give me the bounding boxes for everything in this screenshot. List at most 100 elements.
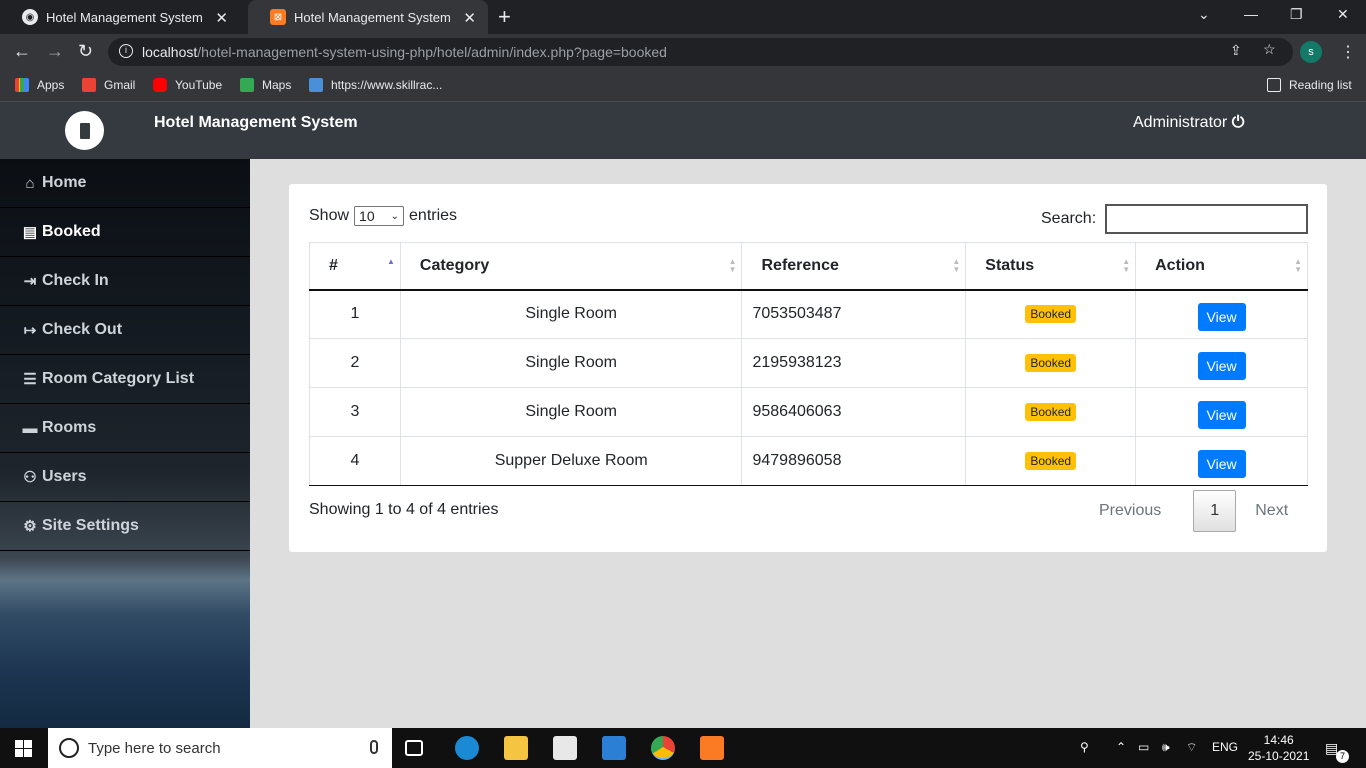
row-status: Booked [965,289,1137,339]
taskbar-search-box[interactable]: Type here to search [48,728,392,768]
language-indicator[interactable]: ENG [1212,740,1238,754]
table-row: 3 Single Room 9586406063 Booked View [309,387,1308,437]
view-button[interactable]: View [1197,449,1246,478]
sidebar-item-home[interactable]: ⌂ Home [0,159,250,208]
row-number: 1 [309,289,401,339]
bookmark-apps[interactable]: Apps [15,78,64,92]
sidebar-item-check-in[interactable]: ⇥ Check In [0,257,250,306]
entries-select[interactable]: 10 ⌄ [354,206,405,226]
system-clock[interactable]: 14:46 25-10-2021 [1248,732,1309,764]
task-view-icon[interactable] [405,740,423,756]
cortana-icon [59,738,79,758]
browser-tab-1[interactable]: ◉ Hotel Management System ✕ [0,0,240,34]
microphone-icon[interactable] [370,740,378,754]
file-explorer-icon[interactable] [504,736,528,760]
reading-list-button[interactable]: Reading list [1267,78,1352,92]
back-icon[interactable]: ← [13,41,31,62]
minimize-icon[interactable]: — [1244,6,1258,22]
row-reference: 9479896058 [741,436,967,486]
row-status: Booked [965,387,1137,437]
header-label: Status [985,256,1035,274]
column-header-category[interactable]: Category ▲ ▼ [399,242,743,291]
sort-icon: ▲ ▼ [952,257,961,274]
entries-label: entries [409,207,458,224]
battery-icon[interactable]: ▭ [1138,740,1149,754]
windows-taskbar: Type here to search ⚲ ⌃ ▭ 🕪 ⌔ ENG 14:46 … [0,728,1366,768]
bookmark-youtube[interactable]: YouTube [153,78,222,92]
xampp-icon[interactable] [700,736,724,760]
chrome-icon[interactable] [651,736,675,760]
forward-icon[interactable]: → [46,41,64,62]
xampp-favicon-icon: ⊠ [270,9,286,25]
sidebar-item-users[interactable]: ⚇ Users [0,453,250,502]
status-badge: Booked [1025,452,1077,470]
browser-tab-2[interactable]: ⊠ Hotel Management System ✕ [248,0,488,34]
admin-user-menu[interactable]: Administrator ⏻ [1133,114,1244,132]
bookmark-star-icon[interactable]: ☆ [1263,41,1276,58]
microsoft-store-icon[interactable] [553,736,577,760]
row-reference: 2195938123 [741,338,967,388]
column-header-status[interactable]: Status ▲ ▼ [965,242,1137,291]
column-header-num[interactable]: # ▲ [309,242,401,291]
skillrack-icon [309,78,323,92]
apps-grid-icon [15,78,29,92]
close-tab-icon[interactable]: ✕ [463,9,476,27]
table-row: 2 Single Room 2195938123 Booked View [309,338,1308,388]
tab-title: Hotel Management System [294,9,451,25]
profile-avatar[interactable]: s [1300,41,1322,63]
windows-start-icon[interactable] [15,740,32,757]
mail-icon[interactable] [602,736,626,760]
column-header-action[interactable]: Action ▲ ▼ [1135,242,1308,291]
home-icon: ⌂ [25,174,35,192]
sidebar-item-check-out[interactable]: ↦ Check Out [0,306,250,355]
sidebar-item-rooms[interactable]: ▬ Rooms [0,404,250,453]
view-button[interactable]: View [1197,302,1246,331]
header-label: # [329,256,338,274]
gmail-icon [82,78,96,92]
power-icon[interactable]: ⏻ [1232,114,1245,131]
page-1-button[interactable]: 1 [1193,490,1237,532]
restore-icon[interactable]: ❐ [1290,6,1303,23]
share-icon[interactable]: ⇪ [1230,42,1242,59]
row-category: Supper Deluxe Room [399,436,743,486]
reload-icon[interactable]: ↻ [78,41,93,62]
bookmark-maps[interactable]: Maps [240,78,291,92]
close-tab-icon[interactable]: ✕ [215,9,228,27]
site-info-icon[interactable]: i [119,44,133,58]
window-close-icon[interactable]: ✕ [1337,6,1349,23]
table-row: 1 Single Room 7053503487 Booked View [309,289,1308,339]
chevron-up-icon[interactable]: ⌃ [1116,740,1126,754]
previous-button[interactable]: Previous [1099,502,1161,520]
view-button[interactable]: View [1197,400,1246,429]
volume-icon[interactable]: 🕪 [1162,740,1170,755]
tab-title: Hotel Management System [46,9,203,25]
row-action: View [1135,338,1308,388]
pagination: Previous 1 Next [1099,490,1288,532]
search-label: Search: [1041,210,1097,227]
row-category: Single Room [399,289,743,339]
bookmark-label: https://www.skillrac... [331,78,443,92]
view-button[interactable]: View [1197,351,1246,380]
url-path: /hotel-management-system-using-php/hotel… [197,44,667,60]
url-field[interactable]: i localhost/hotel-management-system-usin… [108,38,1293,66]
wifi-icon[interactable]: ⌔ [1186,740,1197,755]
header-label: Category [419,256,490,274]
tab-search-icon[interactable]: ⌄ [1198,6,1210,23]
table-header-row: # ▲ Category ▲ ▼ Reference ▲ ▼ Status ▲ ▼ Actio… [309,242,1308,291]
book-icon: ▤ [22,224,38,241]
sidebar-item-site-settings[interactable]: ⚙ Site Settings [0,502,250,551]
browser-menu-icon[interactable]: ⋮ [1340,42,1356,62]
bookmark-gmail[interactable]: Gmail [82,78,135,92]
sidebar-item-room-category-list[interactable]: ☰ Room Category List [0,355,250,404]
search-input[interactable] [1105,204,1309,234]
next-button[interactable]: Next [1255,502,1288,520]
bookmark-skillrack[interactable]: https://www.skillrac... [309,78,442,92]
people-icon[interactable]: ⚲ [1080,740,1089,754]
edge-icon[interactable] [455,736,479,760]
clock-time: 14:46 [1263,733,1294,747]
column-header-reference[interactable]: Reference ▲ ▼ [741,242,967,291]
new-tab-icon[interactable]: + [498,4,511,30]
sort-asc-icon: ▲ [386,257,395,266]
sidebar-item-booked[interactable]: ▤ Booked [0,208,250,257]
entries-length-control: Show 10 ⌄ entries [309,206,457,226]
